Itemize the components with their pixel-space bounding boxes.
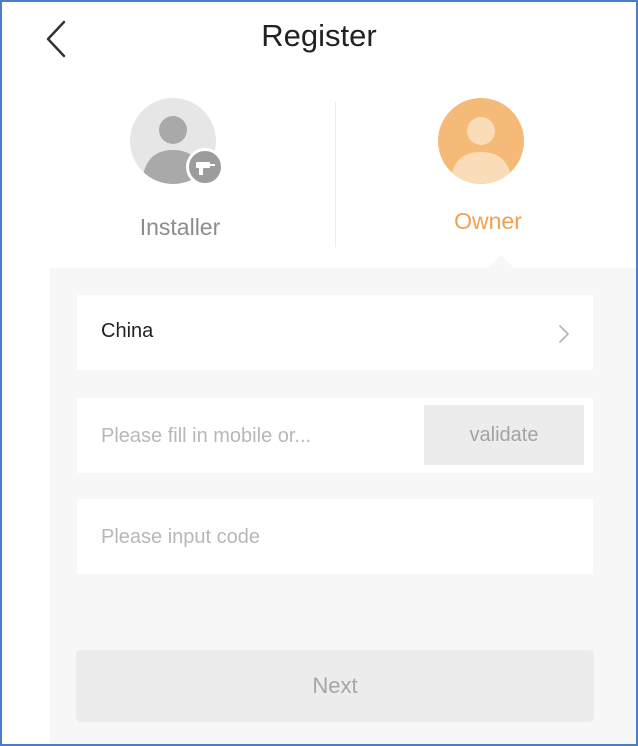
validate-button[interactable]: validate — [424, 405, 584, 465]
role-label-owner: Owner — [454, 208, 522, 234]
role-divider — [335, 102, 336, 247]
mobile-input[interactable] — [101, 416, 401, 456]
country-selector[interactable]: China — [77, 295, 593, 370]
chevron-right-icon — [559, 325, 569, 343]
mobile-row: validate — [77, 398, 593, 473]
header: Register — [2, 2, 636, 78]
role-option-owner[interactable]: Owner — [378, 94, 598, 254]
page-title: Register — [261, 18, 377, 53]
role-option-installer[interactable]: Installer — [70, 94, 290, 254]
drill-icon — [186, 148, 224, 186]
selected-role-pointer — [488, 255, 514, 268]
country-value: China — [101, 320, 154, 342]
role-label-installer: Installer — [139, 214, 221, 240]
next-button[interactable]: Next — [76, 650, 594, 722]
code-row — [77, 499, 593, 574]
app-window: Register Installer Owner China Please fi… — [0, 0, 638, 746]
owner-avatar-icon — [438, 98, 524, 184]
code-input[interactable] — [101, 517, 561, 557]
